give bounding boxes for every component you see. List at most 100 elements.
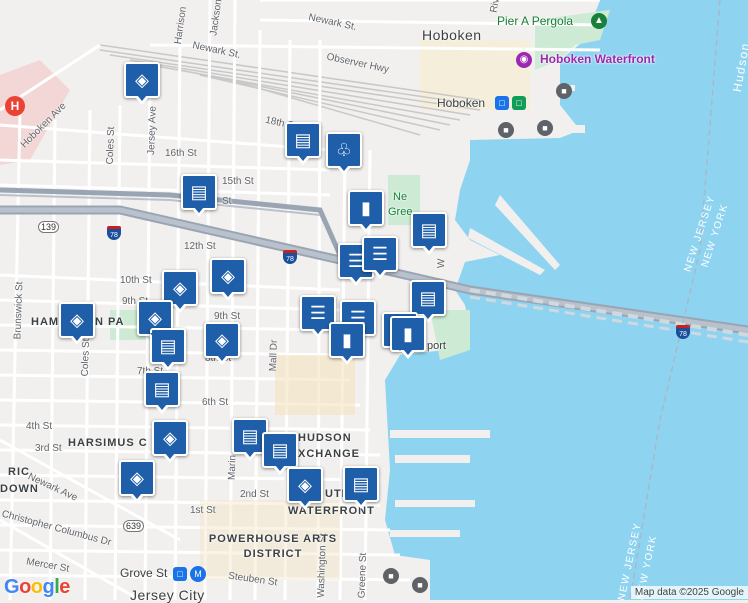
street-label-brunswick: Brunswick St (12, 281, 26, 340)
street-label-9th-east: 9th St (214, 311, 241, 322)
map-attribution[interactable]: Map data ©2025 Google (630, 586, 748, 599)
grocery-icon: ▤ (241, 426, 259, 446)
street-label-14th: St (222, 196, 232, 207)
school-marker[interactable]: ◈ (287, 467, 323, 510)
district-label-harsimus-cove: HARSIMUS C (68, 437, 148, 449)
grocery-icon: ▤ (271, 440, 289, 460)
school-icon: ◈ (221, 266, 235, 286)
street-label-2nd: 2nd St (240, 489, 269, 500)
restaurant-icon: ☰ (371, 244, 389, 264)
school-marker[interactable]: ◈ (59, 302, 95, 345)
tree-icon: ▲ (591, 13, 607, 29)
poi-label-grove-st: Grove St (120, 566, 168, 580)
grocery-icon: ▤ (153, 379, 171, 399)
route-shield-139: 139 (38, 221, 60, 233)
pier (395, 455, 470, 463)
interstate-shield-78: 78 (107, 226, 121, 240)
street-label-12th: 12th St (184, 241, 216, 252)
poi-label-pier-a: Pier A Pergola (497, 14, 574, 28)
street-label-1st: 1st St (190, 505, 216, 516)
school-marker[interactable]: ◈ (119, 460, 155, 503)
google-logo: Google (4, 576, 70, 598)
street-label-coles: Coles St (104, 126, 118, 165)
pier (395, 500, 475, 507)
shopping-icon: ▮ (342, 330, 352, 350)
school-icon: ◈ (148, 308, 162, 328)
pier (390, 430, 490, 438)
grocery-icon: ▤ (352, 474, 370, 494)
street-label-6th: 6th St (202, 397, 229, 408)
camera-icon: ◉ (516, 52, 532, 68)
grocery-marker[interactable]: ▤ (411, 212, 447, 255)
shopping-marker[interactable]: ▮ (329, 322, 365, 365)
poi-label-hoboken-terminal: Hoboken (437, 96, 486, 110)
shopping-icon: ▮ (361, 198, 371, 218)
grocery-icon: ▤ (419, 288, 437, 308)
school-icon: ◈ (173, 278, 187, 298)
interstate-shield-78: 78 (283, 250, 297, 264)
shopping-marker[interactable]: ▮ (348, 190, 384, 233)
cafe-marker[interactable]: ♧ (326, 132, 362, 175)
street-label-greene: Greene St (356, 552, 370, 599)
grocery-marker[interactable]: ▤ (285, 122, 321, 165)
ferry-icon: ■ (412, 577, 428, 593)
poi-label-newport-green-bottom: Gree (388, 206, 413, 218)
grocery-marker[interactable]: ▤ (343, 466, 379, 509)
grocery-marker[interactable]: ▤ (181, 174, 217, 217)
district-label-historic-left: RIC (8, 466, 30, 478)
school-icon: ◈ (70, 310, 84, 330)
school-marker[interactable]: ◈ (124, 62, 160, 105)
cafe-icon: ♧ (335, 140, 353, 160)
street-label-10th: 10th St (120, 275, 152, 286)
district-label-exchange: XCHANGE (298, 448, 361, 460)
district-label-hamilton-park-left: HAM (31, 316, 60, 328)
district-label-hudson: HUDSON (298, 432, 352, 444)
ferry-icon: ■ (498, 122, 514, 138)
grocery-icon: ▤ (420, 220, 438, 240)
path-train-icon: □ (173, 567, 187, 581)
school-marker[interactable]: ◈ (152, 420, 188, 463)
district-label-hoboken: Hoboken (422, 27, 482, 43)
school-icon: ◈ (130, 468, 144, 488)
restaurant-icon: ☰ (309, 303, 327, 323)
interstate-shield-78: 78 (676, 325, 690, 339)
poi-label-newport-green-top: Ne (393, 191, 408, 203)
grocery-icon: ▤ (159, 336, 177, 356)
street-label-mall-dr: Mall Dr (267, 339, 280, 372)
street-label-16th: 16th St (165, 148, 197, 159)
grocery-marker[interactable]: ▤ (410, 280, 446, 323)
street-label-w: W (436, 258, 448, 269)
district-label-hamilton-park-right: N PA (95, 316, 125, 328)
school-icon: ◈ (163, 428, 177, 448)
shopping-icon: ▮ (403, 324, 413, 344)
pier (390, 530, 460, 537)
street-label-jersey-ave: Jersey Ave (146, 105, 159, 156)
hospital-icon[interactable]: H (5, 96, 25, 116)
district-label-jersey-city: Jersey City (130, 587, 205, 603)
subway-icon: □ (512, 96, 526, 110)
ferry-icon: ■ (537, 120, 553, 136)
grocery-marker[interactable]: ▤ (144, 371, 180, 414)
school-icon: ◈ (135, 70, 149, 90)
train-icon: □ (495, 96, 509, 110)
grocery-icon: ▤ (294, 130, 312, 150)
school-icon: ◈ (298, 475, 312, 495)
street-label-3rd: 3rd St (35, 443, 62, 454)
metro-icon: M (190, 566, 206, 582)
ferry-icon: ■ (556, 83, 572, 99)
district-label-historic-mid: DOWN (0, 483, 39, 495)
school-marker[interactable]: ◈ (210, 258, 246, 301)
street-label-4th: 4th St (26, 421, 53, 432)
poi-label-newport: port (427, 340, 446, 352)
route-shield-639: 639 (123, 520, 145, 532)
street-label-15th: 15th St (222, 176, 254, 187)
street-label-marin: Marin (226, 454, 239, 481)
grocery-marker[interactable]: ▤ (262, 432, 298, 475)
school-icon: ◈ (215, 330, 229, 350)
grocery-icon: ▤ (190, 182, 208, 202)
district-label-powerhouse: POWERHOUSE ARTS DISTRICT (208, 533, 338, 560)
restaurant-marker[interactable]: ☰ (362, 236, 398, 279)
ferry-icon: ■ (383, 568, 399, 584)
school-marker[interactable]: ◈ (204, 322, 240, 365)
poi-label-hoboken-waterfront: Hoboken Waterfront (540, 52, 655, 66)
